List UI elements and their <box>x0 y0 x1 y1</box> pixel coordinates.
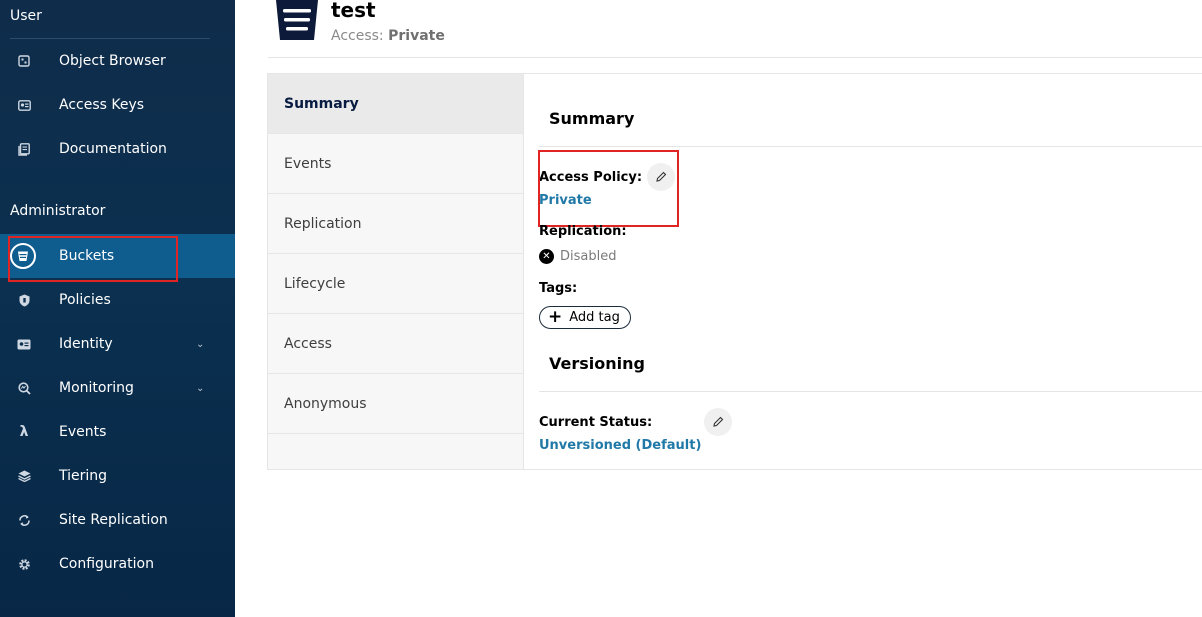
tags-label: Tags: <box>539 281 578 296</box>
edit-versioning-button[interactable] <box>704 408 732 436</box>
plus-icon: + <box>548 307 563 327</box>
sidebar-item-tiering[interactable]: Tiering <box>0 454 235 498</box>
header-divider <box>268 57 1202 58</box>
tab-summary[interactable]: Summary <box>268 74 523 134</box>
sidebar-item-identity[interactable]: Identity ⌄ <box>0 322 235 366</box>
sidebar-item-configuration[interactable]: Configuration <box>0 542 235 586</box>
add-tag-label: Add tag <box>569 310 620 325</box>
tab-events[interactable]: Events <box>268 134 523 194</box>
sidebar-section-user: User <box>10 8 42 24</box>
replication-label: Replication: <box>539 224 627 239</box>
sidebar-item-label: Monitoring <box>59 380 134 396</box>
lambda-icon: λ <box>19 424 29 440</box>
add-tag-button[interactable]: + Add tag <box>539 306 631 329</box>
current-status-value[interactable]: Unversioned (Default) <box>539 438 701 453</box>
summary-divider <box>539 146 1202 147</box>
sidebar-item-label: Access Keys <box>59 97 145 113</box>
sidebar-item-object-browser[interactable]: Object Browser <box>0 39 235 83</box>
tab-anonymous[interactable]: Anonymous <box>268 374 523 434</box>
current-status-label: Current Status: <box>539 415 653 430</box>
sidebar-item-label: Tiering <box>59 468 108 484</box>
access-keys-icon <box>14 95 34 115</box>
chevron-down-icon[interactable]: ⌄ <box>196 383 204 394</box>
documentation-icon <box>14 139 34 159</box>
pencil-icon <box>713 416 724 427</box>
site-replication-icon <box>14 510 34 530</box>
bucket-access: Access: Private <box>331 28 445 44</box>
versioning-heading: Versioning <box>549 354 645 373</box>
disabled-icon: ✕ <box>539 249 554 264</box>
sidebar-item-policies[interactable]: Policies <box>0 278 235 322</box>
sidebar-item-monitoring[interactable]: Monitoring ⌄ <box>0 366 235 410</box>
bucket-tabs: Summary Events Replication Lifecycle Acc… <box>267 73 524 470</box>
sidebar-section-administrator: Administrator <box>10 203 106 219</box>
bucket-title: test <box>331 0 376 22</box>
access-policy-highlight-box <box>538 150 679 227</box>
sidebar-item-access-keys[interactable]: Access Keys <box>0 83 235 127</box>
summary-panel: Summary Access Policy: Private Replicati… <box>524 73 1202 470</box>
sidebar-item-label: Identity <box>59 336 113 352</box>
tiering-icon <box>14 466 34 486</box>
versioning-divider <box>539 391 1202 392</box>
sidebar-item-events[interactable]: λ Events <box>0 410 235 454</box>
tab-replication[interactable]: Replication <box>268 194 523 254</box>
identity-icon <box>14 334 34 354</box>
sidebar-item-label: Configuration <box>59 556 154 572</box>
chevron-down-icon[interactable]: ⌄ <box>196 339 204 350</box>
replication-value: Disabled <box>560 249 617 264</box>
sidebar-item-label: Site Replication <box>59 512 168 528</box>
tab-lifecycle[interactable]: Lifecycle <box>268 254 523 314</box>
shield-icon <box>14 290 34 310</box>
sidebar-item-label: Policies <box>59 292 111 308</box>
access-prefix: Access: <box>331 28 384 44</box>
sidebar: User Object Browser Access Keys Document… <box>0 0 235 617</box>
object-browser-icon <box>14 51 34 71</box>
sidebar-item-label: Object Browser <box>59 53 166 69</box>
replication-status: ✕ Disabled <box>539 249 616 264</box>
monitoring-icon <box>14 378 34 398</box>
buckets-highlight-box <box>8 236 178 282</box>
gear-icon <box>14 554 34 574</box>
bucket-icon <box>276 0 318 40</box>
summary-heading: Summary <box>549 109 635 128</box>
sidebar-item-label: Documentation <box>59 141 167 157</box>
sidebar-item-site-replication[interactable]: Site Replication <box>0 498 235 542</box>
access-value: Private <box>388 28 445 44</box>
sidebar-item-documentation[interactable]: Documentation <box>0 127 235 171</box>
sidebar-item-label: Events <box>59 424 107 440</box>
tab-access[interactable]: Access <box>268 314 523 374</box>
